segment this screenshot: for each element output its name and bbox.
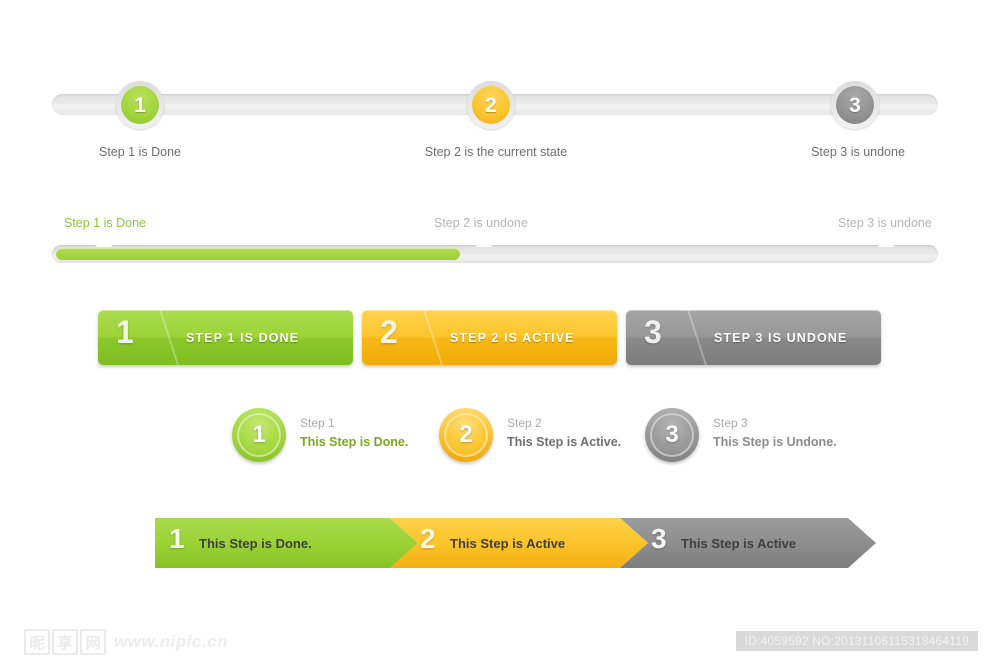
- tracker-node-number: 3: [836, 86, 874, 124]
- chevron-button-1[interactable]: 1 STEP 1 IS DONE: [98, 310, 353, 365]
- progress-fill: [56, 248, 460, 260]
- coin-number: 1: [237, 413, 281, 457]
- coin-step-subtitle: This Step is Done.: [300, 435, 409, 449]
- chevron-button-number: 2: [380, 314, 398, 350]
- chevron-button-label: STEP 3 IS UNDONE: [714, 330, 848, 345]
- chevron-button-number: 3: [644, 314, 662, 350]
- tracker-caption-3: Step 3 is undone: [811, 145, 905, 159]
- coin-badge: 3: [645, 408, 699, 462]
- watermark-id-tag: ID:4059592 NO:20131106115318464119: [735, 631, 978, 651]
- chevron-button-label: STEP 2 IS ACTIVE: [450, 330, 575, 345]
- chevron-step-buttons: 1 STEP 1 IS DONE 2 STEP 2 IS ACTIVE 3 ST…: [0, 310, 1000, 380]
- coin-step-list: 1 Step 1 This Step is Done. 2 Step 2 Thi…: [0, 408, 1000, 488]
- chevron-button-label: STEP 1 IS DONE: [186, 330, 300, 345]
- coin-step-text: Step 1 This Step is Done.: [300, 416, 408, 449]
- progress-label-2: Step 2 is undone: [434, 216, 528, 230]
- chevron-divider-icon: [401, 310, 443, 365]
- arrow-step-number: 1: [169, 523, 185, 554]
- arrow-step-number: 2: [420, 523, 436, 554]
- chevron-divider-icon: [665, 310, 707, 365]
- watermark-logo-char: 享: [52, 629, 78, 655]
- progress-marker-2: [475, 239, 493, 247]
- horizontal-step-tracker: 1 Step 1 is Done 2 Step 2 is the current…: [0, 0, 1000, 175]
- arrow-step-number: 3: [651, 523, 667, 554]
- coin-badge: 1: [232, 408, 286, 462]
- progress-label-3: Step 3 is undone: [838, 216, 932, 230]
- arrow-breadcrumb-steps: 1 This Step is Done. 2 This Step is Acti…: [0, 518, 1000, 578]
- arrow-step-label: This Step is Active: [450, 535, 566, 551]
- progress-marker-1: [95, 239, 113, 247]
- coin-step-subtitle: This Step is Undone.: [713, 435, 837, 449]
- chevron-button-2[interactable]: 2 STEP 2 IS ACTIVE: [362, 310, 617, 365]
- progress-track[interactable]: [52, 245, 938, 263]
- watermark-logo-icon: 昵 享 网: [24, 629, 106, 655]
- chevron-divider-icon: [137, 310, 179, 365]
- coin-step-title: Step 3: [713, 416, 748, 430]
- coin-step-subtitle: This Step is Active.: [507, 435, 622, 449]
- tracker-node-3[interactable]: 3: [831, 81, 879, 129]
- arrow-step-label: This Step is Active: [681, 535, 797, 551]
- coin-step-text: Step 2 This Step is Active.: [507, 416, 621, 449]
- tracker-caption-1: Step 1 is Done: [99, 145, 181, 159]
- progress-label-1: Step 1 is Done: [64, 216, 146, 230]
- progress-marker-3: [877, 239, 895, 247]
- tracker-node-number: 2: [472, 86, 510, 124]
- arrow-step-label: This Step is Done.: [199, 535, 312, 551]
- tracker-node-1[interactable]: 1: [116, 81, 164, 129]
- chevron-button-number: 1: [116, 314, 134, 350]
- watermark-url: www.nipic.cn: [114, 632, 228, 651]
- ui-kit-canvas: 1 Step 1 is Done 2 Step 2 is the current…: [0, 0, 1000, 669]
- coin-step-title: Step 2: [507, 416, 542, 430]
- coin-number: 2: [444, 413, 488, 457]
- coin-number: 3: [650, 413, 694, 457]
- watermark-logo-char: 网: [80, 629, 106, 655]
- coin-step-title: Step 1: [300, 416, 335, 430]
- labelled-progress-bar: Step 1 is Done Step 2 is undone Step 3 i…: [0, 198, 1000, 278]
- tracker-node-2[interactable]: 2: [467, 81, 515, 129]
- tracker-caption-2: Step 2 is the current state: [424, 145, 568, 159]
- watermark-logo-char: 昵: [24, 629, 50, 655]
- chevron-button-3[interactable]: 3 STEP 3 IS UNDONE: [626, 310, 881, 365]
- coin-badge: 2: [439, 408, 493, 462]
- tracker-node-number: 1: [121, 86, 159, 124]
- site-watermark: 昵 享 网 www.nipic.cn: [24, 629, 228, 655]
- coin-step-text: Step 3 This Step is Undone.: [713, 416, 837, 449]
